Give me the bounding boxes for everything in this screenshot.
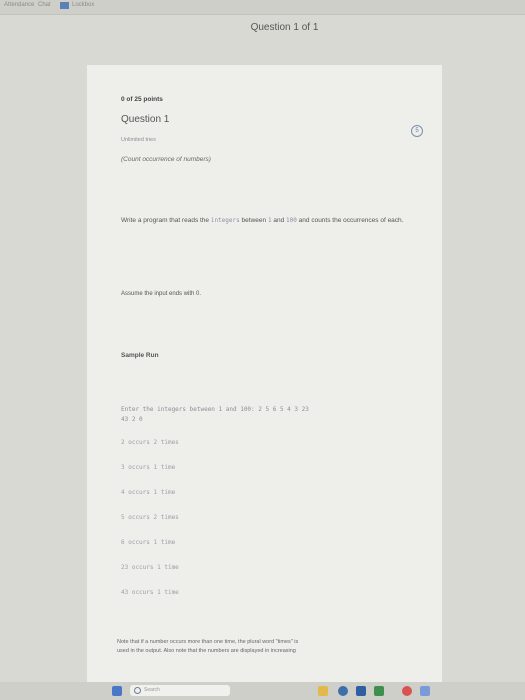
note-text: Note that if a number occurs more than o…	[117, 638, 437, 656]
sample-input-line-2: 43 2 0	[121, 416, 143, 423]
sample-run-title: Sample Run	[121, 352, 159, 359]
search-placeholder: Search	[144, 687, 160, 693]
browser-tab-bar: Attendance Chat Lockbox	[0, 0, 525, 15]
excel-icon[interactable]	[374, 686, 384, 696]
tab-lockbox[interactable]: Lockbox	[72, 2, 94, 8]
question-prompt: Write a program that reads the integers …	[121, 215, 431, 226]
output-line: 43 occurs 1 time	[121, 589, 179, 596]
chrome-icon[interactable]	[402, 686, 412, 696]
output-line: 4 occurs 1 time	[121, 489, 176, 496]
output-line: 3 occurs 1 time	[121, 464, 176, 471]
folder-icon[interactable]	[318, 686, 328, 696]
page-title: Question 1 of 1	[250, 22, 319, 33]
output-line: 6 occurs 1 time	[121, 539, 176, 546]
browser-icon[interactable]	[338, 686, 348, 696]
assume-text: Assume the input ends with 0.	[121, 291, 202, 297]
output-line: 23 occurs 1 time	[121, 564, 179, 571]
prompt-text-3: and	[271, 217, 287, 224]
store-icon[interactable]	[356, 686, 366, 696]
prompt-code-100: 100	[286, 217, 297, 224]
taskbar-search[interactable]: Search	[130, 685, 230, 696]
note-line-1: Note that if a number occurs more than o…	[117, 639, 299, 645]
windows-start-icon[interactable]	[112, 686, 122, 696]
search-icon	[134, 687, 141, 694]
tab-chat[interactable]: Chat	[38, 2, 51, 8]
question-title: Question 1	[121, 114, 170, 125]
prompt-text-4: and counts the occurrences of each.	[296, 217, 404, 224]
prompt-text-1: Write a program that reads the	[121, 217, 211, 224]
tab-attendance[interactable]: Attendance	[4, 2, 34, 8]
question-card: 0 of 25 points Question 1 Unlimited trie…	[86, 64, 443, 686]
output-line: 5 occurs 2 times	[121, 514, 179, 521]
tab-icon[interactable]	[60, 2, 69, 9]
question-subtitle: (Count occurrence of numbers)	[121, 156, 211, 163]
prompt-code-integers: integers	[210, 217, 240, 224]
note-line-2: used in the output. Also note that the n…	[117, 648, 296, 654]
taskbar: Search	[0, 682, 525, 700]
sample-input-line-1: Enter the integers between 1 and 100: 2 …	[121, 406, 309, 413]
attempts-badge-icon[interactable]: 5	[411, 125, 423, 137]
badge-value: 5	[415, 128, 419, 134]
attempts-label: Unlimited tries	[121, 137, 156, 143]
output-line: 2 occurs 2 times	[121, 439, 179, 446]
points-label: 0 of 25 points	[121, 96, 163, 103]
app-icon[interactable]	[420, 686, 430, 696]
prompt-text-2: between	[239, 217, 268, 224]
